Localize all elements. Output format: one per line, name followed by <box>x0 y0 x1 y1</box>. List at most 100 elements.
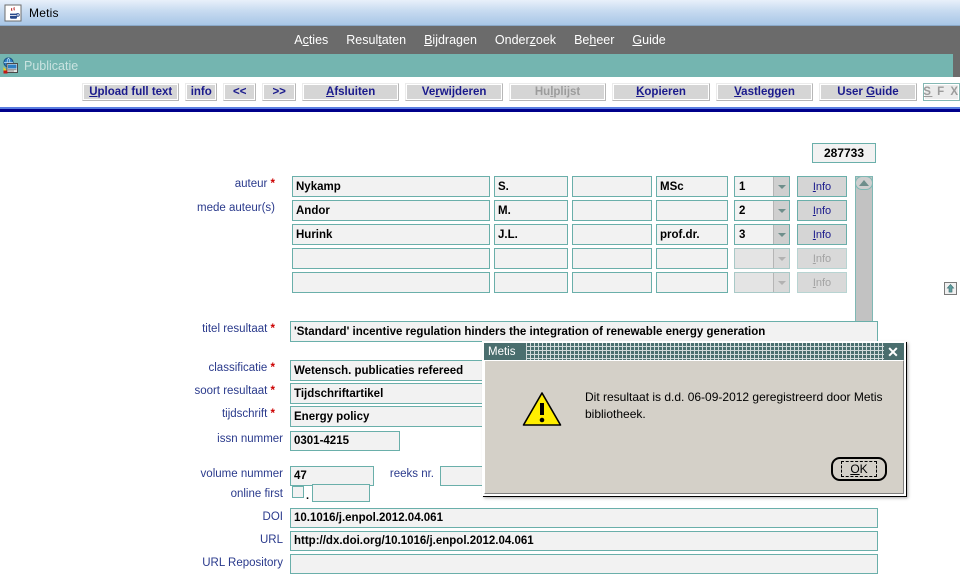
chevron-down-icon <box>773 249 789 268</box>
toolbar: Upload full text info << >> Afsluiten Verwijd… <box>0 77 960 107</box>
author-surname-field-4[interactable] <box>292 248 490 269</box>
scroll-up-button[interactable] <box>855 176 873 190</box>
author-order-combo-3[interactable]: 3 <box>734 224 790 245</box>
author-surname-field-5[interactable] <box>292 272 490 293</box>
menu-item-resultaten[interactable]: Resultaten <box>337 31 415 49</box>
url-field[interactable]: http://dx.doi.org/10.1016/j.enpol.2012.0… <box>290 531 878 551</box>
chevron-down-icon[interactable] <box>773 225 789 244</box>
author-info-button-3[interactable]: Info <box>797 224 847 245</box>
author-order-combo-2[interactable]: 2 <box>734 200 790 221</box>
scrollbar-track[interactable] <box>855 176 873 336</box>
label-volume-nummer: volume nummer <box>200 468 283 480</box>
author-order-value <box>735 249 773 268</box>
author-initials-field-5[interactable] <box>494 272 568 293</box>
toolbar-button-label: Kopieren <box>636 86 686 98</box>
author-list-scrollbar[interactable] <box>855 176 873 336</box>
author-prefix-field-3[interactable] <box>572 224 652 245</box>
author-surname-field-2[interactable]: Andor <box>292 200 490 221</box>
label-classificatie: classificatie * <box>208 362 276 374</box>
dialog-title: Metis <box>484 345 520 358</box>
author-info-label: Info <box>812 276 832 289</box>
toolbar-button-upload-full-text[interactable]: Upload full text <box>82 83 180 101</box>
dialog-titlebar: Metis ✕ <box>484 343 904 360</box>
label-auteur: auteur * <box>234 178 275 190</box>
author-info-button-2[interactable]: Info <box>797 200 847 221</box>
url-repository-field[interactable] <box>290 554 878 574</box>
toolbar-button-label: info <box>190 86 212 98</box>
author-prefix-field-4[interactable] <box>572 248 652 269</box>
author-order-combo-1[interactable]: 1 <box>734 176 790 197</box>
record-id-field[interactable]: 287733 <box>812 143 876 163</box>
online-first-date-field[interactable] <box>312 484 370 502</box>
author-order-value: 1 <box>739 180 746 193</box>
menu-item-beheer[interactable]: Beheer <box>565 31 623 49</box>
author-initials-field-3[interactable]: J.L. <box>494 224 568 245</box>
author-prefix-field-1[interactable] <box>572 176 652 197</box>
toolbar-button-s-f-x: S F X <box>922 83 960 101</box>
close-icon[interactable]: ✕ <box>885 343 901 360</box>
label-reeks-nr: reeks nr. <box>389 468 434 480</box>
toolbar-button-vastleggen[interactable]: Vastleggen <box>715 83 814 101</box>
toolbar-button-label: >> <box>272 86 286 98</box>
menu-item-label: Onderzoek <box>494 33 557 47</box>
author-title-field-5[interactable] <box>656 272 728 293</box>
toolbar-button-hulplijst: Hulplijst <box>508 83 607 101</box>
label-titel-resultaat: titel resultaat * <box>202 323 275 335</box>
toolbar-button-label: User Guide <box>837 86 899 98</box>
author-initials-field-4[interactable] <box>494 248 568 269</box>
menubar: Acties Resultaten Bijdragen Onderzoek Beheer… <box>0 26 960 54</box>
toolbar-button-afsluiten[interactable]: Afsluiten <box>301 83 400 101</box>
author-surname-field-3[interactable]: Hurink <box>292 224 490 245</box>
menu-item-acties[interactable]: Acties <box>285 31 337 49</box>
menu-item-label: Guide <box>632 33 666 47</box>
upload-arrow-icon[interactable] <box>944 282 957 295</box>
menu-item-label: Bijdragen <box>424 33 477 47</box>
volume-nummer-field[interactable]: 47 <box>290 466 374 486</box>
toolbar-button-verwijderen[interactable]: Verwijderen <box>405 83 503 101</box>
label-doi: DOI <box>262 511 283 523</box>
online-first-checkbox[interactable] <box>292 486 304 498</box>
author-title-field-4[interactable] <box>656 248 728 269</box>
dialog-body: Dit resultaat is d.d. 06-09-2012 geregis… <box>484 360 904 494</box>
author-prefix-field-2[interactable] <box>572 200 652 221</box>
author-info-label: Info <box>812 252 832 265</box>
toolbar-button-user-guide[interactable]: User Guide <box>819 83 917 101</box>
menu-item-onderzoek[interactable]: Onderzoek <box>486 31 565 49</box>
author-prefix-field-5[interactable] <box>572 272 652 293</box>
warning-triangle-icon <box>522 391 562 427</box>
author-info-button-1[interactable]: Info <box>797 176 847 197</box>
label-online-first: online first <box>230 488 283 500</box>
menu-item-bijdragen[interactable]: Bijdragen <box>415 31 486 49</box>
toolbar-button-label: S F X <box>923 86 960 98</box>
author-initials-field-2[interactable]: M. <box>494 200 568 221</box>
ok-button[interactable]: OK <box>831 457 887 481</box>
author-info-button-5: Info <box>797 272 847 293</box>
author-order-value: 3 <box>739 228 746 241</box>
author-title-field-3[interactable]: prof.dr. <box>656 224 728 245</box>
author-order-combo-4 <box>734 248 790 269</box>
doi-field[interactable]: 10.1016/j.enpol.2012.04.061 <box>290 508 878 528</box>
message-dialog: Metis ✕ Dit resultaat is d.d. 06-09-2012… <box>482 341 906 496</box>
toolbar-button-[interactable]: >> <box>262 83 296 101</box>
author-surname-field-1[interactable]: Nykamp <box>292 176 490 197</box>
toolbar-button-kopieren[interactable]: Kopieren <box>612 83 710 101</box>
author-info-label: Info <box>812 228 832 241</box>
author-title-field-1[interactable]: MSc <box>656 176 728 197</box>
toolbar-button-label: Hulplijst <box>534 86 581 98</box>
author-info-button-4: Info <box>797 248 847 269</box>
chevron-down-icon[interactable] <box>773 201 789 220</box>
chevron-down-icon[interactable] <box>773 177 789 196</box>
author-info-label: Info <box>812 204 832 217</box>
author-title-field-2[interactable] <box>656 200 728 221</box>
label-issn-nummer: issn nummer <box>217 433 283 445</box>
author-info-label: Info <box>812 180 832 193</box>
toolbar-button-label: Afsluiten <box>326 86 376 98</box>
issn-nummer-field[interactable]: 0301-4215 <box>290 431 400 451</box>
online-first-separator: . <box>306 490 310 502</box>
toolbar-button-info[interactable]: info <box>185 83 217 101</box>
menu-item-guide[interactable]: Guide <box>623 31 674 49</box>
author-initials-field-1[interactable]: S. <box>494 176 568 197</box>
toolbar-button-[interactable]: << <box>222 83 257 101</box>
titel-resultaat-field[interactable]: 'Standard' incentive regulation hinders … <box>290 321 878 342</box>
window-titlebar: Metis <box>0 0 960 26</box>
